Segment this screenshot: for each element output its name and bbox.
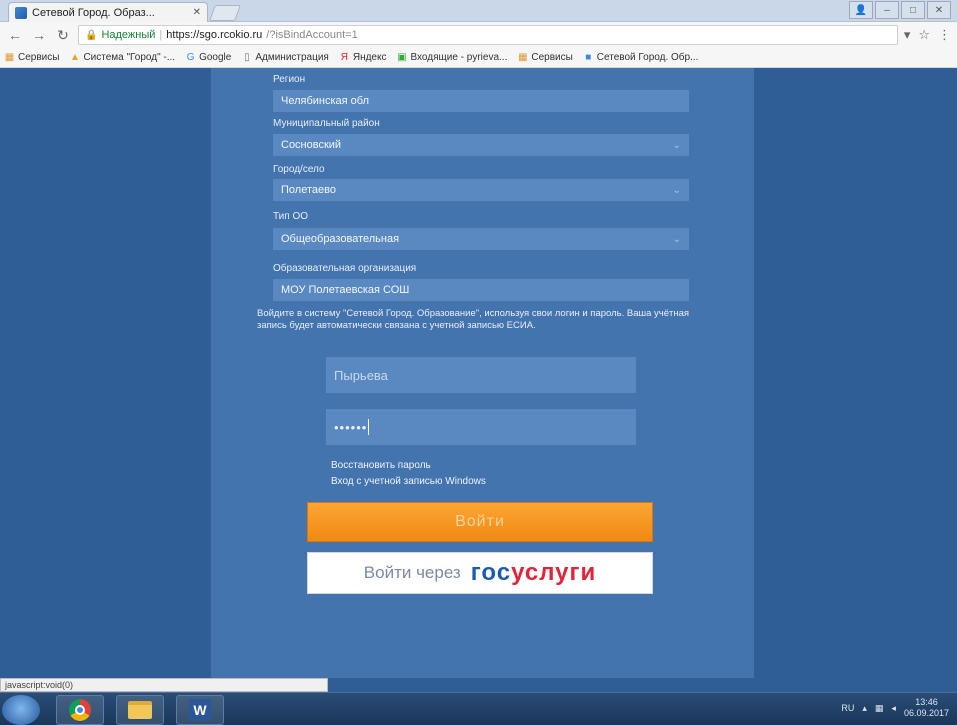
chevron-down-icon: ⌄ <box>672 233 681 245</box>
region-field[interactable]: Челябинская обл <box>273 90 689 112</box>
windows-login-link[interactable]: Вход с учетной записью Windows <box>331 476 486 487</box>
page-background: Регион Челябинская обл Муниципальный рай… <box>0 68 957 678</box>
word-icon: W <box>189 699 211 721</box>
city-icon: ▲ <box>69 52 80 63</box>
page-icon: ▯ <box>244 52 250 63</box>
tab-title: Сетевой Город. Образ... <box>32 6 155 19</box>
type-select[interactable]: Общеобразовательная ⌄ <box>273 228 689 250</box>
google-icon: G <box>186 52 195 63</box>
url-host: https://sgo.rcokio.ru <box>166 29 263 41</box>
user-icon[interactable]: 👤 <box>849 1 873 19</box>
bookmark-item[interactable]: ▯ Администрация <box>241 52 329 63</box>
chevron-down-icon: ⌄ <box>672 139 681 151</box>
region-label: Регион <box>273 74 306 85</box>
district-label: Муниципальный район <box>273 118 380 129</box>
bookmark-item[interactable]: ▲ Система "Город" -... <box>69 52 175 63</box>
new-tab-button[interactable] <box>209 5 241 21</box>
restore-password-link[interactable]: Восстановить пароль <box>331 460 431 471</box>
bookmark-item[interactable]: ■ Сетевой Город. Обр... <box>583 52 698 63</box>
address-separator: | <box>159 29 163 41</box>
url-path: /?isBindAccount=1 <box>266 29 358 41</box>
apps-icon: ▦ <box>4 52 15 63</box>
browser-tab[interactable]: Сетевой Город. Образ... ✕ <box>8 2 208 22</box>
site-favicon-icon <box>15 6 27 19</box>
lock-icon: 🔒 <box>85 29 98 41</box>
menu-icon[interactable]: ⋮ <box>938 27 951 43</box>
back-icon[interactable]: ← <box>6 26 24 44</box>
bookmark-item[interactable]: Я Яндекс <box>339 52 387 63</box>
browser-status-bar: javascript:void(0) <box>0 678 328 692</box>
bookmarks-bar: ▦ Сервисы ▲ Система "Город" -... G Google ▯… <box>0 48 957 68</box>
taskbar-word[interactable]: W <box>176 695 224 725</box>
bookmark-item[interactable]: ▦ Сервисы <box>4 52 60 63</box>
clock[interactable]: 13:46 06.09.2017 <box>904 697 949 719</box>
login-panel: Регион Челябинская обл Муниципальный рай… <box>211 68 754 678</box>
system-tray: RU ▴ ▦ ◂ 13:46 06.09.2017 <box>841 697 949 719</box>
address-bar[interactable]: 🔒 Надежный | https://sgo.rcokio.ru/?isBi… <box>78 25 898 45</box>
tray-arrow-icon[interactable]: ▴ <box>862 703 867 714</box>
minimize-icon[interactable]: – <box>875 1 899 19</box>
volume-icon[interactable]: ◂ <box>891 703 896 714</box>
start-button[interactable] <box>2 695 40 725</box>
browser-toolbar: ← → ↻ 🔒 Надежный | https://sgo.rcokio.ru… <box>0 22 957 48</box>
language-indicator[interactable]: RU <box>841 703 854 713</box>
browser-titlebar: Сетевой Город. Образ... ✕ 👤 – □ ✕ <box>0 0 957 22</box>
text-caret <box>368 419 370 435</box>
apps-icon: ▦ <box>518 52 528 63</box>
toolbar-right: ▾ ☆ ⋮ <box>904 27 951 43</box>
org-field[interactable]: МОУ Полетаевская СОШ <box>273 279 689 301</box>
folder-icon <box>128 701 152 719</box>
reload-icon[interactable]: ↻ <box>54 26 72 44</box>
secure-label: Надежный <box>101 29 156 41</box>
forward-icon[interactable]: → <box>30 26 48 44</box>
district-select[interactable]: Сосновский ⌄ <box>273 134 689 156</box>
login-notice: Войдите в систему "Сетевой Город. Образо… <box>257 308 690 331</box>
type-label: Тип ОО <box>273 211 309 222</box>
bookmark-item[interactable]: G Google <box>185 52 232 63</box>
windows-taskbar: W RU ▴ ▦ ◂ 13:46 06.09.2017 <box>0 692 957 725</box>
chrome-icon <box>69 699 91 721</box>
gosuslugi-prefix: Войти через <box>363 563 461 582</box>
taskbar-explorer[interactable] <box>116 695 164 725</box>
chevron-down-icon: ⌄ <box>672 184 681 196</box>
mail-icon: ▣ <box>397 52 407 63</box>
bookmark-star-icon[interactable]: ☆ <box>918 27 930 43</box>
bookmark-item[interactable]: ▦ Сервисы <box>517 52 573 63</box>
login-input[interactable]: Пырьева <box>326 357 636 393</box>
window-controls: 👤 – □ ✕ <box>849 1 951 19</box>
tab-close-icon[interactable]: ✕ <box>193 7 201 18</box>
password-input[interactable]: •••••• <box>326 409 636 445</box>
network-icon[interactable]: ▦ <box>875 703 884 714</box>
login-button[interactable]: Войти <box>307 502 653 542</box>
city-select[interactable]: Полетаево ⌄ <box>273 179 689 201</box>
taskbar-chrome[interactable] <box>56 695 104 725</box>
yandex-icon: Я <box>340 52 348 63</box>
gosuslugi-logo: госуслуги <box>470 559 597 586</box>
city-label: Город/село <box>273 164 325 175</box>
gosuslugi-login-button[interactable]: Войти через госуслуги <box>307 552 653 594</box>
org-label: Образовательная организация <box>273 263 417 274</box>
city-icon: ■ <box>585 52 592 63</box>
maximize-icon[interactable]: □ <box>901 1 925 19</box>
close-window-icon[interactable]: ✕ <box>927 1 951 19</box>
bookmark-item[interactable]: ▣ Входящие - pyrieva... <box>396 52 507 63</box>
extension-icon[interactable]: ▾ <box>904 27 911 43</box>
